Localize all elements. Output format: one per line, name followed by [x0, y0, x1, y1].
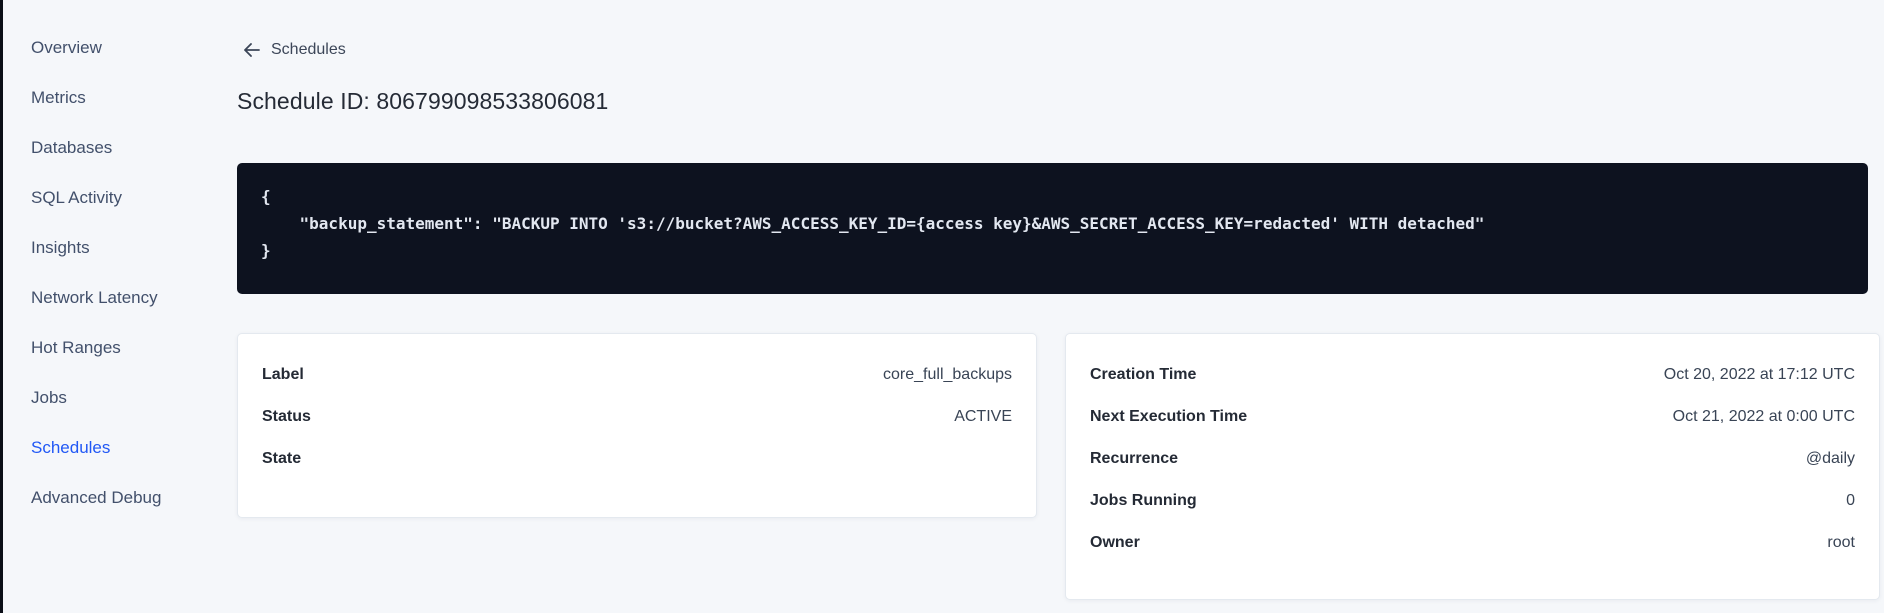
detail-row-recurrence: Recurrence @daily [1090, 438, 1855, 480]
detail-row-jobs-running: Jobs Running 0 [1090, 480, 1855, 522]
row-value: Oct 21, 2022 at 0:00 UTC [1672, 408, 1855, 425]
row-label: Next Execution Time [1090, 408, 1248, 425]
row-label: Recurrence [1090, 450, 1179, 467]
row-value: 0 [1846, 492, 1855, 509]
schedule-details-card: Label core_full_backups Status ACTIVE St… [237, 333, 1037, 518]
sidebar-item-insights[interactable]: Insights [3, 223, 233, 273]
code-line: } [261, 241, 271, 260]
row-value: @daily [1805, 450, 1855, 467]
schedule-timing-card: Creation Time Oct 20, 2022 at 17:12 UTC … [1065, 333, 1880, 600]
detail-row-state: State [262, 438, 1012, 480]
back-link-label: Schedules [271, 41, 346, 58]
detail-row-owner: Owner root [1090, 522, 1855, 564]
detail-row-next-execution-time: Next Execution Time Oct 21, 2022 at 0:00… [1090, 396, 1855, 438]
sidebar-item-databases[interactable]: Databases [3, 123, 233, 173]
code-line: "backup_statement": "BACKUP INTO 's3://b… [261, 214, 1485, 233]
sidebar-item-hot-ranges[interactable]: Hot Ranges [3, 323, 233, 373]
detail-row-creation-time: Creation Time Oct 20, 2022 at 17:12 UTC [1090, 354, 1855, 396]
row-label: Status [262, 408, 311, 425]
sidebar-item-metrics[interactable]: Metrics [3, 73, 233, 123]
row-value: Oct 20, 2022 at 17:12 UTC [1663, 366, 1855, 383]
sidebar-item-jobs[interactable]: Jobs [3, 373, 233, 423]
schedule-definition-code-block: { "backup_statement": "BACKUP INTO 's3:/… [237, 163, 1868, 294]
sidebar-item-schedules[interactable]: Schedules [3, 423, 233, 473]
code-line: { [261, 187, 271, 206]
row-value: core_full_backups [883, 366, 1012, 383]
sidebar-item-network-latency[interactable]: Network Latency [3, 273, 233, 323]
row-label: Jobs Running [1090, 492, 1197, 509]
back-to-schedules-link[interactable]: Schedules [243, 41, 346, 59]
page-title: Schedule ID: 806799098533806081 [237, 88, 609, 114]
row-value: root [1827, 534, 1855, 551]
arrow-left-icon [243, 43, 260, 57]
sidebar-item-sql-activity[interactable]: SQL Activity [3, 173, 233, 223]
detail-row-label: Label core_full_backups [262, 354, 1012, 396]
sidebar-item-advanced-debug[interactable]: Advanced Debug [3, 473, 233, 523]
sidebar-item-overview[interactable]: Overview [3, 23, 233, 73]
row-label: Label [262, 366, 304, 383]
row-label: Creation Time [1090, 366, 1197, 383]
row-label: State [262, 450, 302, 467]
row-label: Owner [1090, 534, 1140, 551]
sidebar: Overview Metrics Databases SQL Activity … [3, 23, 233, 523]
detail-row-status: Status ACTIVE [262, 396, 1012, 438]
row-value: ACTIVE [954, 408, 1012, 425]
